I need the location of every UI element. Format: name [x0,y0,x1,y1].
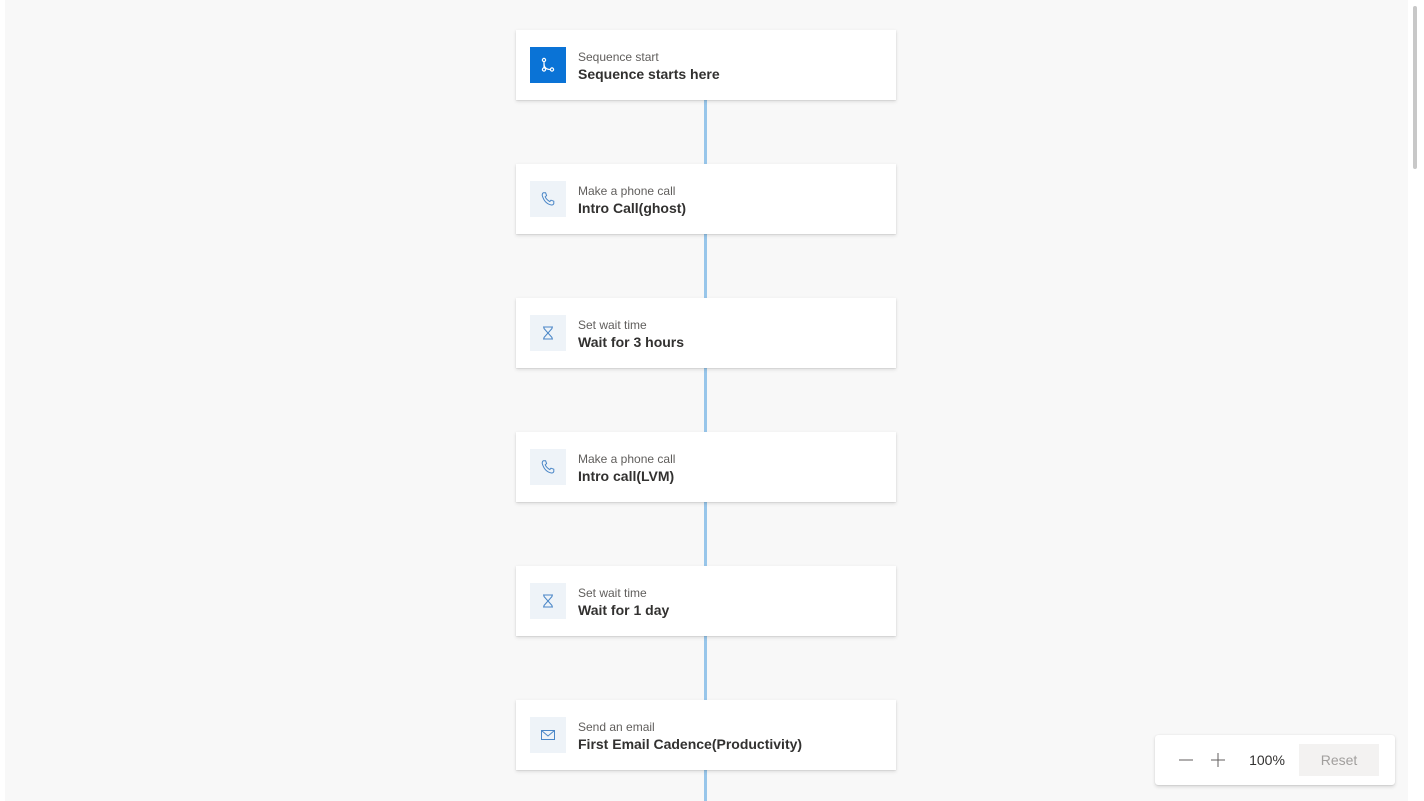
step-title: Intro call(LVM) [578,468,675,484]
step-connector [704,368,707,432]
step-connector [704,100,707,164]
step-title: Wait for 3 hours [578,334,685,350]
reset-zoom-button[interactable]: Reset [1299,744,1379,776]
step-title: Sequence starts here [578,66,720,82]
step-card-phone-call[interactable]: Make a phone call Intro Call(ghost) [516,164,896,234]
step-card-phone-call[interactable]: Make a phone call Intro call(LVM) [516,432,896,502]
step-card-send-email[interactable]: Send an email First Email Cadence(Produc… [516,700,896,770]
phone-icon [530,181,566,217]
step-type-label: Make a phone call [578,184,676,198]
step-type-label: Set wait time [578,318,647,332]
step-card-sequence-start[interactable]: Sequence start Sequence starts here [516,30,896,100]
mail-icon [530,717,566,753]
step-type-label: Send an email [578,720,655,734]
step-title: Wait for 1 day [578,602,670,618]
step-card-wait-time[interactable]: Set wait time Wait for 1 day [516,566,896,636]
step-card-wait-time[interactable]: Set wait time Wait for 3 hours [516,298,896,368]
zoom-controls: 100% Reset [1155,735,1395,785]
step-connector [704,770,707,801]
phone-icon [530,449,566,485]
scrollbar-thumb[interactable] [1413,6,1417,169]
step-title: First Email Cadence(Productivity) [578,736,803,752]
step-title: Intro Call(ghost) [578,200,687,216]
minus-icon [1179,759,1193,761]
zoom-out-button[interactable] [1174,748,1198,772]
step-connector [704,234,707,298]
step-type-label: Set wait time [578,586,647,600]
plus-icon [1211,753,1225,767]
hourglass-icon [530,315,566,351]
step-connector [704,502,707,566]
sequence-start-icon [530,47,566,83]
step-type-label: Sequence start [578,50,659,64]
step-connector [704,636,707,700]
zoom-in-button[interactable] [1206,748,1230,772]
step-type-label: Make a phone call [578,452,676,466]
zoom-level: 100% [1249,752,1285,768]
hourglass-icon [530,583,566,619]
